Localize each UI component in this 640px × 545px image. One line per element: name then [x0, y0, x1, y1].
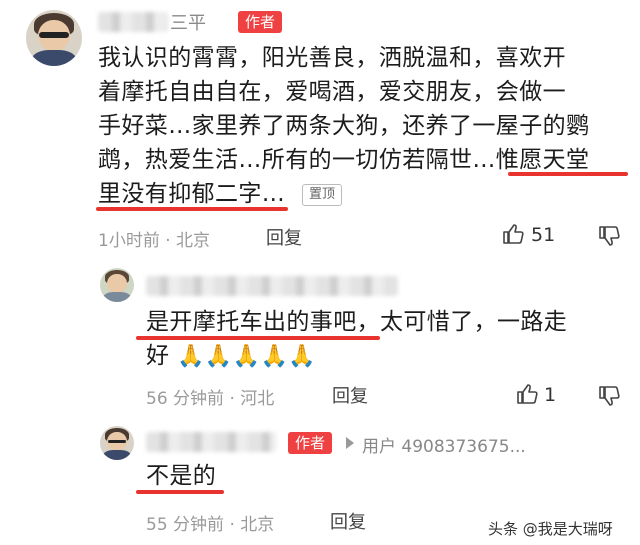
- like-count: 51: [531, 224, 556, 246]
- comment-line-1: 我认识的霄霄，阳光善良，洒脱温和，喜欢开: [98, 45, 566, 71]
- blurred-username: [146, 276, 398, 296]
- comment-line-3: 手好菜…家里养了两条大狗，还养了一屋子的鹦: [98, 113, 590, 139]
- avatar-shirt: [103, 450, 131, 460]
- reply-button[interactable]: 回复: [330, 508, 366, 534]
- highlight-underline: [508, 172, 628, 176]
- avatar-glasses: [39, 32, 69, 38]
- pray-emoji: 🙏: [177, 344, 205, 369]
- comment-meta: 1小时前 · 北京: [98, 231, 211, 251]
- reply-text: 不是的: [146, 463, 217, 489]
- reply-avatar[interactable]: [100, 268, 134, 302]
- author-badge: 作者: [238, 11, 283, 33]
- thumb-up-icon[interactable]: [516, 382, 540, 406]
- pray-emoji: 🙏: [232, 344, 261, 369]
- reply-button[interactable]: 回复: [266, 224, 302, 250]
- reply-arrow-icon: [346, 437, 354, 449]
- blurred-username: [98, 12, 168, 32]
- avatar-face: [107, 274, 127, 294]
- reply-line-1: 是开摩托车出的事吧，太可惜了，一路走: [146, 309, 568, 335]
- thumb-down-icon[interactable]: [598, 224, 622, 248]
- like-count: 1: [544, 384, 557, 406]
- highlight-underline: [96, 207, 288, 211]
- reply-line-2: 好 🙏🙏🙏🙏🙏: [146, 340, 316, 373]
- reply-button[interactable]: 回复: [332, 382, 368, 408]
- watermark: 头条 @我是大瑞呀: [488, 520, 613, 538]
- author-badge: 作者: [288, 432, 333, 454]
- avatar-glasses: [108, 439, 126, 443]
- thumb-up-icon[interactable]: [502, 222, 526, 246]
- pinned-badge: 置顶: [302, 184, 343, 206]
- reply-to-user[interactable]: 用户 4908373675...: [362, 432, 526, 457]
- avatar-shirt: [103, 292, 131, 302]
- comment-line-2: 着摩托自由自在，爱喝酒，爱交朋友，会做一: [98, 79, 566, 105]
- commenter-avatar[interactable]: [26, 10, 82, 66]
- author-name[interactable]: 三平: [170, 9, 206, 35]
- thumb-down-icon[interactable]: [598, 384, 622, 408]
- pray-emoji: 🙏: [260, 344, 289, 369]
- reply-line-2-text: 好: [146, 343, 170, 369]
- reply-avatar[interactable]: [100, 426, 134, 460]
- pray-emoji: 🙏: [204, 344, 233, 369]
- avatar-shirt: [31, 50, 77, 66]
- blurred-username: [146, 432, 276, 452]
- reply-meta: 56 分钟前 · 河北: [146, 389, 275, 409]
- reply-meta: 55 分钟前 · 北京: [146, 515, 275, 535]
- highlight-underline: [136, 490, 224, 494]
- pray-emoji: 🙏: [288, 344, 317, 369]
